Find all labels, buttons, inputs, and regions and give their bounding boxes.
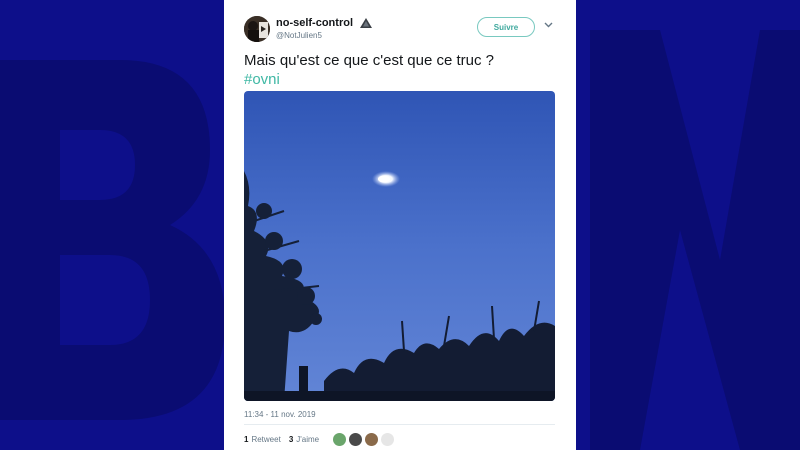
verified-triangle-icon [360, 18, 373, 28]
chevron-down-icon[interactable] [544, 22, 553, 28]
sky-photo [244, 91, 555, 401]
liker-avatar[interactable] [349, 433, 363, 446]
liker-avatar[interactable] [333, 433, 347, 446]
engagement-stats: 1 Retweet 3 J'aime [244, 433, 397, 446]
timestamp[interactable]: 11:34 - 11 nov. 2019 [244, 410, 316, 419]
avatar[interactable] [244, 16, 270, 42]
follow-button[interactable]: Suivre [477, 17, 535, 37]
hashtag-link[interactable]: #ovni [244, 70, 564, 89]
like-stat[interactable]: 3 J'aime [289, 435, 319, 444]
tweet-text: Mais qu'est ce que c'est que ce truc ? #… [244, 51, 564, 89]
tweet-card: no-self-control @NotJulien5 Suivre Mais … [224, 0, 576, 450]
divider [244, 424, 555, 425]
liker-avatars [333, 433, 397, 446]
tweet-media[interactable] [244, 91, 555, 401]
tweet-body: Mais qu'est ce que c'est que ce truc ? [244, 52, 495, 69]
liker-avatar[interactable] [381, 433, 395, 446]
retweet-stat[interactable]: 1 Retweet [244, 435, 281, 444]
user-handle[interactable]: @NotJulien5 [276, 31, 322, 40]
liker-avatar[interactable] [365, 433, 379, 446]
display-name[interactable]: no-self-control [276, 17, 373, 29]
avatar-image [244, 16, 270, 42]
